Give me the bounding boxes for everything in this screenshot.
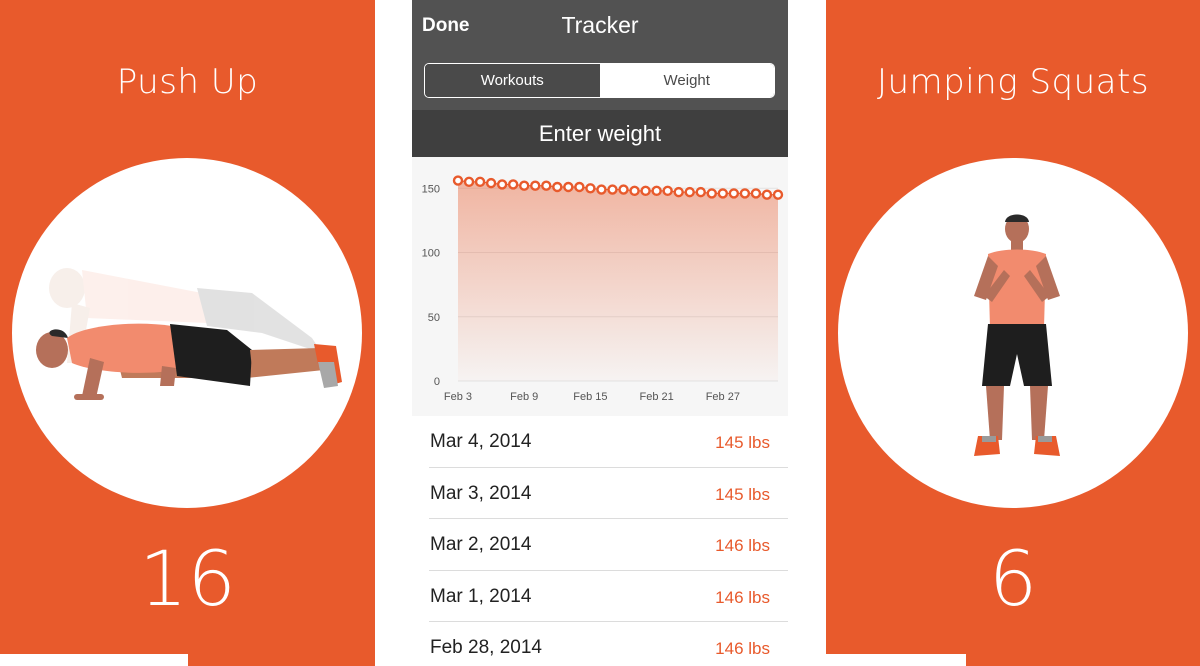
x-tick-label: Feb 9	[510, 391, 538, 403]
log-date: Mar 1, 2014	[430, 585, 532, 607]
log-weight: 145 lbs	[715, 484, 770, 504]
y-tick-label: 0	[434, 376, 440, 388]
rep-count: 6	[988, 534, 1038, 623]
x-tick-label: Feb 27	[706, 391, 740, 403]
data-point	[452, 175, 464, 186]
weight-log-row[interactable]: Mar 1, 2014 146 lbs	[429, 571, 788, 622]
push-up-figure	[36, 268, 342, 400]
log-date: Mar 3, 2014	[430, 482, 532, 504]
log-date: Feb 28, 2014	[430, 637, 542, 658]
weight-chart-svg: 0 50 100 150 Feb 3 Feb 9 Feb 15 Feb 21 Feb 27	[422, 175, 784, 403]
tracker-screen: Done Tracker Workouts Weight Enter weigh…	[412, 0, 788, 666]
x-tick-label: Feb 15	[573, 391, 607, 403]
data-point	[485, 177, 497, 189]
segmented-control: Workouts Weight	[424, 63, 775, 98]
tab-weight[interactable]: Weight	[599, 64, 774, 97]
weight-log-row[interactable]: Mar 4, 2014 145 lbs	[429, 416, 788, 468]
weight-area	[458, 180, 778, 381]
data-point	[761, 189, 773, 200]
navigation-bar: Done Tracker Workouts Weight	[412, 0, 788, 110]
x-tick-label: Feb 21	[639, 391, 673, 403]
data-point	[474, 176, 486, 188]
log-date: Mar 4, 2014	[430, 431, 532, 452]
weight-log-row[interactable]: Mar 2, 2014 146 lbs	[429, 519, 788, 571]
data-point	[651, 185, 662, 197]
y-tick-label: 50	[428, 312, 440, 324]
log-weight: 146 lbs	[715, 536, 770, 555]
data-point	[574, 181, 585, 193]
data-point	[507, 179, 519, 190]
data-point	[750, 188, 762, 199]
weight-log-list: Mar 4, 2014 145 lbs Mar 3, 2014 145 lbs Mar …	[412, 416, 788, 666]
y-tick-label: 100	[422, 248, 440, 260]
data-point	[541, 180, 552, 191]
weight-log-row[interactable]: Mar 3, 2014 145 lbs	[429, 468, 788, 519]
data-point	[640, 185, 651, 197]
data-point	[552, 181, 563, 193]
data-point	[662, 185, 673, 197]
data-point	[684, 186, 695, 198]
weight-log-row[interactable]: Feb 28, 2014 146 lbs	[429, 622, 788, 666]
data-point	[618, 184, 629, 195]
exercise-panel-jumping-squats: Jumping Squats 6	[826, 0, 1200, 666]
rep-count: 16	[139, 534, 236, 623]
data-point	[463, 176, 475, 188]
data-point	[607, 184, 618, 195]
data-point	[717, 188, 729, 199]
weight-chart: 0 50 100 150 Feb 3 Feb 9 Feb 15 Feb 21 Feb 27	[412, 157, 788, 416]
data-point	[739, 188, 751, 199]
tab-workouts[interactable]: Workouts	[425, 64, 600, 97]
log-date: Mar 2, 2014	[430, 534, 532, 555]
x-tick-label: Feb 3	[444, 391, 472, 403]
data-point	[629, 185, 640, 197]
data-point	[673, 186, 684, 198]
data-point	[585, 183, 596, 194]
jumping-squats-figure	[974, 214, 1060, 456]
progress-bar	[826, 654, 966, 666]
data-point	[563, 181, 574, 193]
data-point	[695, 186, 706, 198]
data-point	[706, 188, 717, 199]
page-title: Tracker	[561, 12, 639, 38]
data-point	[530, 180, 541, 191]
y-tick-label: 150	[422, 183, 440, 195]
data-point	[519, 180, 530, 191]
data-point	[772, 189, 784, 200]
data-point	[728, 188, 740, 199]
log-weight: 146 lbs	[715, 639, 770, 658]
exercise-title: Push Up	[116, 62, 259, 102]
log-weight: 145 lbs	[715, 433, 770, 452]
enter-weight-button[interactable]: Enter weight	[412, 110, 788, 157]
log-weight: 146 lbs	[715, 587, 770, 607]
exercise-panel-push-up: Push Up 16	[0, 0, 375, 666]
exercise-image-circle	[12, 158, 362, 508]
exercise-title: Jumping Squats	[876, 62, 1150, 102]
exercise-image-circle	[838, 158, 1188, 508]
data-point	[496, 179, 508, 190]
data-point	[596, 184, 607, 195]
progress-bar	[0, 654, 188, 666]
